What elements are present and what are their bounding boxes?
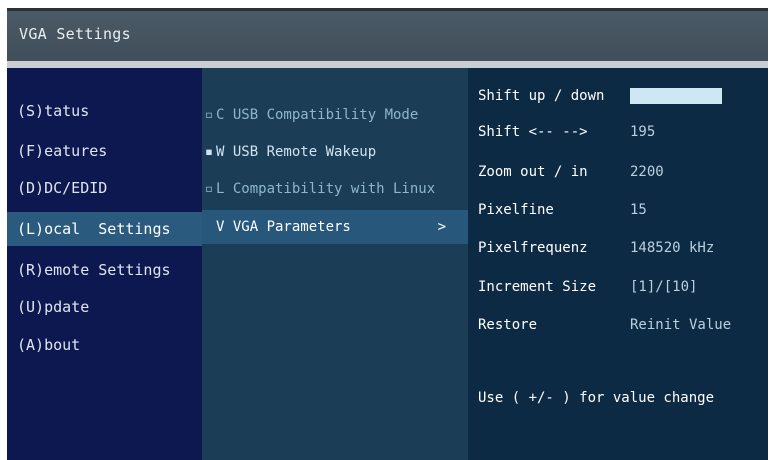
param-pixelfine[interactable]: Pixelfine 15 [468,195,768,225]
checkbox-on-icon: ▪ [204,144,214,160]
param-pixelfrequenz[interactable]: Pixelfrequenz 148520 kHz [468,233,768,263]
param-value[interactable]: 2200 [630,157,664,187]
menu-item-update[interactable]: (U)pdate [7,290,202,324]
param-value-selected[interactable]: ON [630,88,722,104]
submenu-item-label: C USB Compatibility Mode [216,107,419,123]
checkbox-off-icon: ▫ [204,107,214,123]
param-value[interactable]: 148520 kHz [630,233,714,263]
parameters-panel: Shift up / down ON Shift <-- --> 195 Zoo… [468,68,768,460]
submenu-item-usb-remote-wakeup[interactable]: ▪ W USB Remote Wakeup [202,135,468,169]
param-label: Restore [478,317,538,333]
param-label: Shift up / down [478,88,605,104]
divider [7,61,768,68]
submenu-item-vga-parameters[interactable]: V VGA Parameters > [202,210,468,244]
param-label: Increment Size [478,279,597,295]
submenu-item-usb-compatibility[interactable]: ▫ C USB Compatibility Mode [202,98,468,132]
param-restore[interactable]: Restore Reinit Value [468,310,768,340]
submenu-item-label: V VGA Parameters [216,219,351,235]
param-value[interactable]: 195 [630,117,655,147]
menu-item-about[interactable]: (A)bout [7,328,202,362]
menu-item-remote-settings[interactable]: (R)emote Settings [7,253,202,287]
param-shift-horizontal[interactable]: Shift <-- --> 195 [468,117,768,147]
param-label: Shift <-- --> [478,124,588,140]
param-increment-size[interactable]: Increment Size [1]/[10] [468,272,768,302]
title-bar: VGA Settings [7,8,768,61]
param-label: Pixelfrequenz [478,240,588,256]
param-shift-vertical[interactable]: Shift up / down ON [468,81,768,111]
param-label: Pixelfine [478,202,554,218]
param-value[interactable]: Reinit Value [630,310,731,340]
osd-screen: VGA Settings (S)tatus (F)eatures (D)DC/E… [0,0,772,460]
chevron-right-icon: > [437,219,446,235]
submenu-panel: ▫ C USB Compatibility Mode ▪ W USB Remot… [202,68,468,460]
menu-item-local-settings[interactable]: (L)ocal Settings [7,212,202,246]
param-label: Zoom out / in [478,164,588,180]
submenu-item-label: L Compatibility with Linux [216,181,436,197]
checkbox-off-icon: ▫ [204,181,214,197]
submenu-item-linux-compatibility[interactable]: ▫ L Compatibility with Linux [202,172,468,206]
window-title: VGA Settings [19,25,131,43]
menu-item-status[interactable]: (S)tatus [7,94,202,128]
menu-item-ddc-edid[interactable]: (D)DC/EDID [7,171,202,205]
menu-item-features[interactable]: (F)eatures [7,134,202,168]
help-hint: Use ( +/- ) for value change [478,390,715,406]
param-value[interactable]: 15 [630,195,647,225]
main-menu: (S)tatus (F)eatures (D)DC/EDID (L)ocal S… [7,68,202,460]
param-value[interactable]: [1]/[10] [630,272,697,302]
submenu-item-label: W USB Remote Wakeup [216,144,377,160]
param-zoom[interactable]: Zoom out / in 2200 [468,157,768,187]
